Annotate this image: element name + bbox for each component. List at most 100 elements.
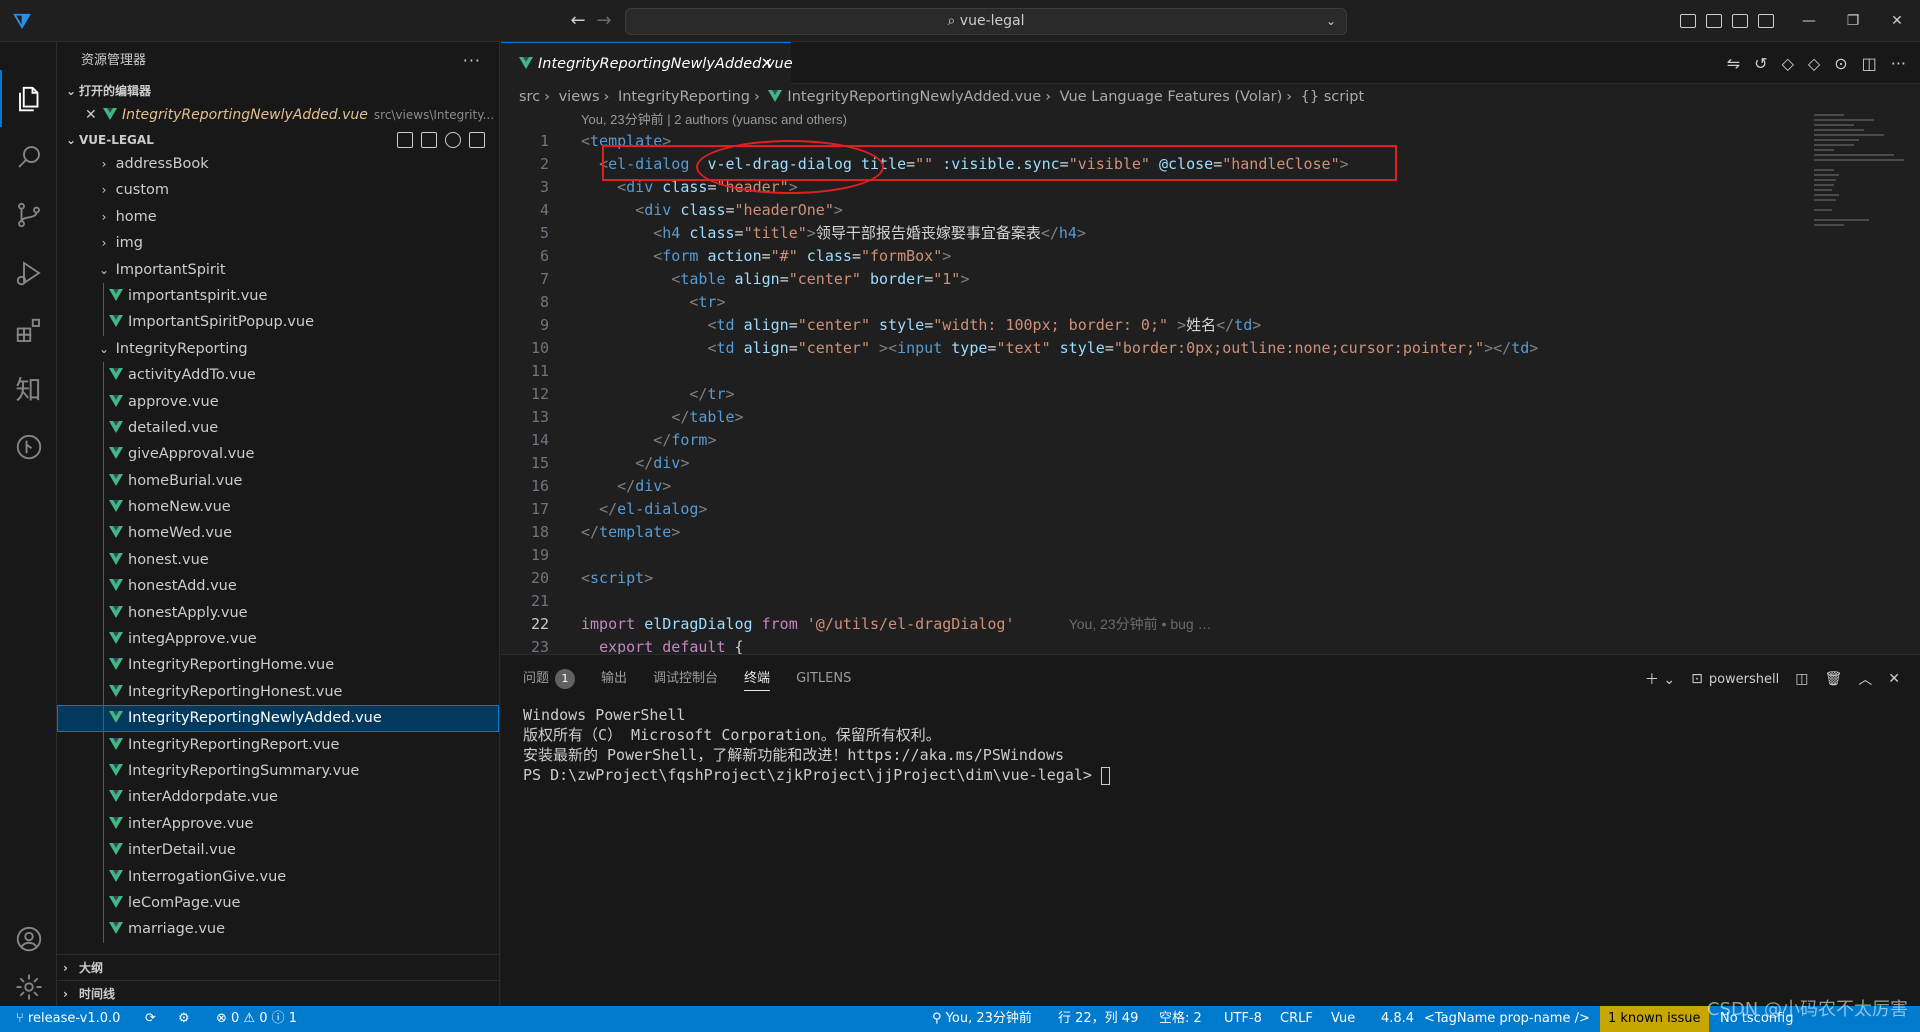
file-item[interactable]: integApprove.vue bbox=[57, 626, 499, 653]
more-actions-icon[interactable]: ··· bbox=[1891, 54, 1906, 73]
restore-button[interactable]: ❐ bbox=[1830, 0, 1876, 42]
customize-layout-icon[interactable] bbox=[1758, 14, 1774, 28]
code-editor[interactable]: You, 23分钟前 | 2 authors (yuansc and other… bbox=[501, 110, 1920, 654]
code-line[interactable]: 8 <tr> bbox=[501, 291, 1801, 314]
folder-item[interactable]: › img bbox=[57, 230, 499, 256]
tab-debug-console[interactable]: 调试控制台 bbox=[653, 667, 718, 691]
tab-output[interactable]: 输出 bbox=[601, 667, 627, 691]
breadcrumb-item[interactable]: IntegrityReporting bbox=[618, 89, 750, 105]
file-item[interactable]: homeBurial.vue bbox=[57, 467, 499, 495]
forward-arrow-icon[interactable]: → bbox=[592, 9, 616, 33]
code-line[interactable]: 10 <td align="center" ><input type="text… bbox=[501, 337, 1801, 360]
indentation[interactable]: 空格: 2 bbox=[1159, 1006, 1202, 1032]
known-issue-badge[interactable]: 1 known issue bbox=[1600, 1006, 1709, 1032]
outline-section[interactable]: › 大纲 bbox=[57, 954, 499, 980]
folder-item[interactable]: › custom bbox=[57, 177, 499, 203]
code-line[interactable]: 18 </template> bbox=[501, 521, 1801, 544]
file-item[interactable]: importantspirit.vue bbox=[57, 282, 499, 310]
problems-status[interactable]: ⊗ 0 ⚠ 0 ⓘ 1 bbox=[216, 1006, 297, 1032]
tab-terminal[interactable]: 终端 bbox=[744, 667, 771, 691]
tab-gitlens[interactable]: GITLENS bbox=[796, 667, 851, 691]
folder-item[interactable]: ⌄ ImportantSpirit bbox=[57, 257, 499, 283]
code-line[interactable]: 22 import elDragDialog from '@/utils/el-d… bbox=[501, 613, 1801, 636]
file-item[interactable]: leComPage.vue bbox=[57, 889, 499, 917]
gitlens-blame-icon[interactable]: ⊙ bbox=[1834, 54, 1847, 73]
timeline-section[interactable]: › 时间线 bbox=[57, 980, 499, 1006]
history-back-icon[interactable]: ↺ bbox=[1754, 54, 1767, 73]
code-line[interactable]: 14 </form> bbox=[501, 429, 1801, 452]
breadcrumb-item[interactable]: Vue Language Features (Volar) bbox=[1060, 89, 1283, 105]
folder-item[interactable]: › home bbox=[57, 204, 499, 230]
file-item[interactable]: IntegrityReportingReport.vue bbox=[57, 731, 499, 758]
file-item[interactable]: InterrogationGive.vue bbox=[57, 863, 499, 890]
zhihu-icon[interactable]: 知 bbox=[0, 360, 57, 417]
code-line[interactable]: 23 export default { bbox=[501, 636, 1801, 654]
code-line[interactable]: 11 bbox=[501, 360, 1801, 383]
split-editor-icon[interactable]: ◫ bbox=[1862, 54, 1877, 73]
terminal-shell-icon[interactable]: ⊡ bbox=[1691, 671, 1703, 687]
code-line[interactable]: 5 <h4 class="title">领导干部报告婚丧嫁娶事宜备案表</h4> bbox=[501, 222, 1801, 245]
code-line[interactable]: 15 </div> bbox=[501, 452, 1801, 475]
code-line[interactable]: 12 </tr> bbox=[501, 383, 1801, 406]
tab-problems[interactable]: 问题 1 bbox=[523, 667, 576, 691]
more-actions-icon[interactable]: ··· bbox=[463, 42, 481, 80]
file-item[interactable]: interAddorpdate.vue bbox=[57, 784, 499, 811]
open-editor-item[interactable]: ✕ IntegrityReportingNewlyAdded.vue src\vie… bbox=[57, 102, 499, 129]
code-line[interactable]: 16 </div> bbox=[501, 475, 1801, 498]
close-tab-icon[interactable]: ✕ bbox=[761, 43, 773, 85]
refresh-icon[interactable] bbox=[445, 132, 461, 148]
code-line[interactable]: 6 <form action="#" class="formBox"> bbox=[501, 245, 1801, 268]
previous-change-icon[interactable]: ◇ bbox=[1782, 54, 1794, 73]
run-debug-icon[interactable] bbox=[0, 244, 57, 301]
file-item[interactable]: IntegrityReportingSummary.vue bbox=[57, 757, 499, 785]
command-center-search[interactable]: ⌕ vue-legal ⌄ bbox=[625, 8, 1347, 35]
new-file-icon[interactable] bbox=[397, 132, 413, 148]
toggle-sidebar-icon[interactable] bbox=[1680, 14, 1696, 28]
encoding[interactable]: UTF-8 bbox=[1224, 1006, 1262, 1032]
chevron-down-icon[interactable]: ⌄ bbox=[1326, 9, 1336, 34]
collapse-all-icon[interactable] bbox=[469, 132, 485, 148]
file-item[interactable]: IntegrityReportingNewlyAdded.vue bbox=[57, 705, 499, 732]
file-item[interactable]: giveApproval.vue bbox=[57, 441, 499, 468]
code-line[interactable]: 13 </table> bbox=[501, 406, 1801, 429]
search-icon[interactable] bbox=[0, 128, 57, 185]
project-section[interactable]: ⌄ VUE-LEGAL bbox=[57, 129, 499, 151]
file-item[interactable]: homeNew.vue bbox=[57, 494, 499, 521]
new-terminal-icon[interactable]: ＋ ⌄ bbox=[1645, 669, 1675, 689]
toggle-secondary-sidebar-icon[interactable] bbox=[1732, 14, 1748, 28]
gitlens-icon[interactable] bbox=[0, 418, 57, 475]
code-line[interactable]: 17 </el-dialog> bbox=[501, 498, 1801, 521]
file-item[interactable]: IntegrityReportingHome.vue bbox=[57, 652, 499, 679]
file-item[interactable]: honestApply.vue bbox=[57, 599, 499, 627]
remote-icon[interactable]: ⚙ bbox=[178, 1006, 190, 1032]
breadcrumb-item[interactable]: views bbox=[559, 89, 600, 105]
file-item[interactable]: honestAdd.vue bbox=[57, 573, 499, 600]
compare-icon[interactable]: ⇋ bbox=[1727, 54, 1740, 73]
blame-status[interactable]: ⚲ You, 23分钟前 bbox=[932, 1006, 1032, 1032]
terminal-shell-name[interactable]: powershell bbox=[1709, 672, 1779, 687]
breadcrumb-item[interactable]: IntegrityReportingNewlyAdded.vue bbox=[787, 89, 1041, 105]
file-item[interactable]: interDetail.vue bbox=[57, 837, 499, 864]
new-folder-icon[interactable] bbox=[421, 132, 437, 148]
folder-item[interactable]: ⌄ IntegrityReporting bbox=[57, 336, 499, 362]
file-item[interactable]: honest.vue bbox=[57, 546, 499, 574]
file-item[interactable]: marriage.vue bbox=[57, 916, 499, 943]
terminal-output[interactable]: Windows PowerShell 版权所有（C） Microsoft Corp… bbox=[523, 705, 1110, 785]
cursor-position[interactable]: 行 22，列 49 bbox=[1058, 1006, 1138, 1032]
minimize-button[interactable]: — bbox=[1786, 0, 1832, 42]
file-item[interactable]: detailed.vue bbox=[57, 414, 499, 442]
tag-name-case[interactable]: <TagName prop-name /> bbox=[1424, 1006, 1590, 1032]
file-item[interactable]: IntegrityReportingHonest.vue bbox=[57, 678, 499, 706]
split-terminal-icon[interactable]: ◫ bbox=[1795, 671, 1808, 687]
code-line[interactable]: 21 bbox=[501, 590, 1801, 613]
back-arrow-icon[interactable]: ← bbox=[566, 9, 590, 33]
file-item[interactable]: interApprove.vue bbox=[57, 810, 499, 838]
extensions-icon[interactable] bbox=[0, 302, 57, 359]
breadcrumb-item[interactable]: {} script bbox=[1301, 89, 1364, 105]
ts-version[interactable]: 4.8.4 bbox=[1381, 1006, 1414, 1032]
codelens-blame[interactable]: You, 23分钟前 | 2 authors (yuansc and other… bbox=[581, 110, 847, 130]
sync-icon[interactable]: ⟳ bbox=[145, 1006, 156, 1032]
code-line[interactable]: 20 <script> bbox=[501, 567, 1801, 590]
maximize-panel-icon[interactable]: ︿ bbox=[1858, 669, 1872, 689]
explorer-icon[interactable] bbox=[0, 70, 57, 127]
